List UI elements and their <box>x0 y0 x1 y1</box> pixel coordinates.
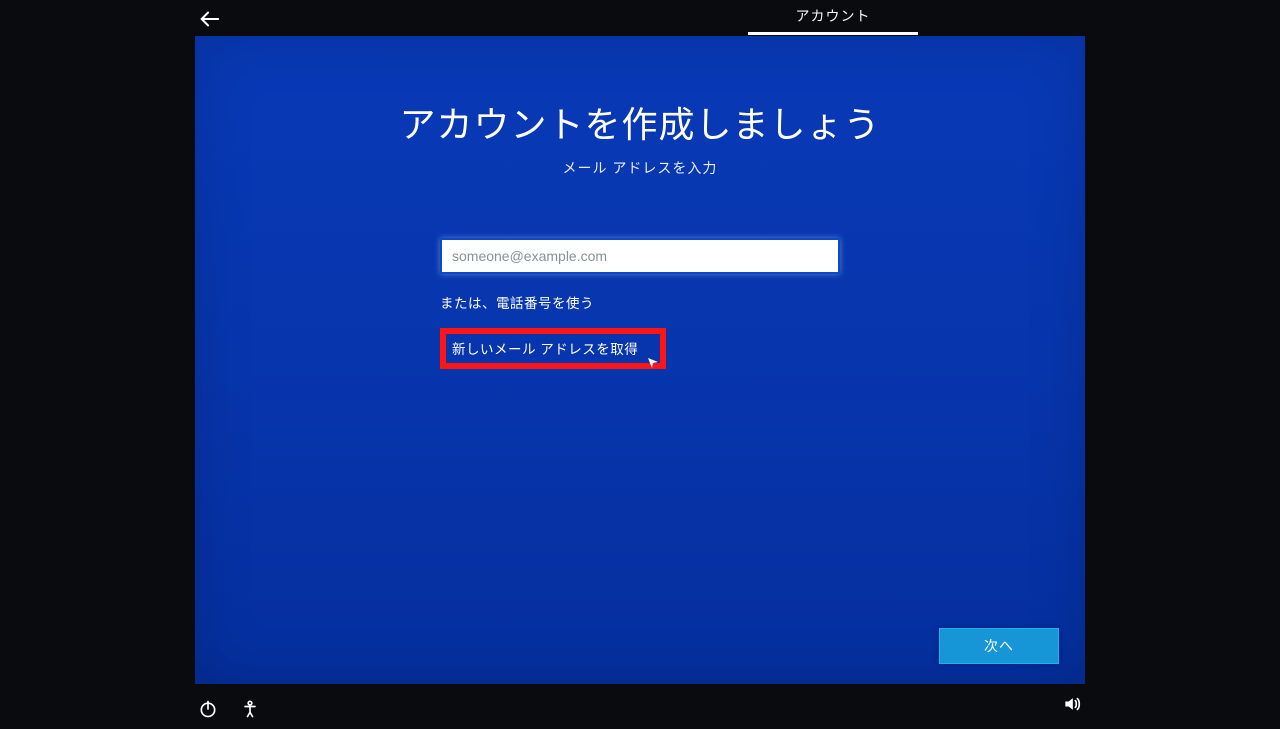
page-subtitle: メール アドレスを入力 <box>195 158 1085 178</box>
cursor-icon <box>648 355 658 365</box>
page-title: アカウントを作成しましょう <box>195 96 1085 148</box>
ease-of-access-icon[interactable] <box>240 699 260 719</box>
oobe-panel: アカウントを作成しましょう メール アドレスを入力 または、電話番号を使う 新し… <box>195 36 1085 684</box>
use-phone-link[interactable]: または、電話番号を使う <box>440 292 840 312</box>
next-button[interactable]: 次へ <box>939 628 1059 664</box>
header-tab-account[interactable]: アカウント <box>748 6 918 35</box>
power-icon[interactable] <box>198 699 218 719</box>
back-arrow-icon[interactable] <box>196 8 224 32</box>
form-column: または、電話番号を使う 新しいメール アドレスを取得 <box>440 238 840 369</box>
get-new-email-link[interactable]: 新しいメール アドレスを取得 <box>452 342 638 357</box>
volume-icon[interactable] <box>1062 701 1082 718</box>
title-block: アカウントを作成しましょう メール アドレスを入力 <box>195 96 1085 178</box>
highlight-annotation: 新しいメール アドレスを取得 <box>440 328 666 369</box>
system-bar <box>0 689 1280 719</box>
header-tab-underline <box>748 32 918 35</box>
header-bar: アカウント <box>0 0 1280 36</box>
header-tab-label: アカウント <box>748 6 918 32</box>
email-input[interactable] <box>440 238 840 274</box>
